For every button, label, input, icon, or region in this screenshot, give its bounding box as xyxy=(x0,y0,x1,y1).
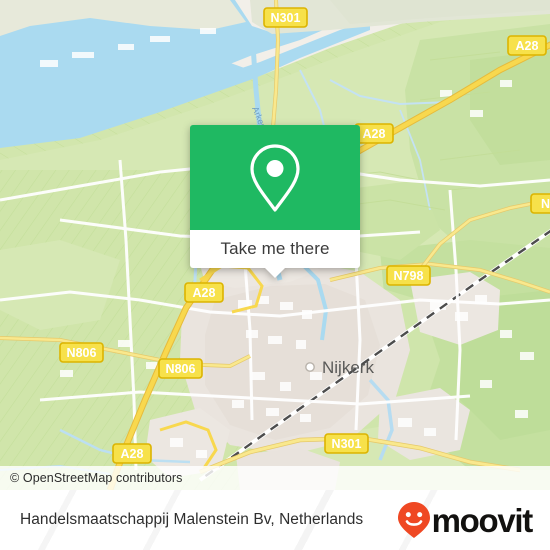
svg-text:N301: N301 xyxy=(332,437,362,451)
svg-text:A28: A28 xyxy=(363,127,386,141)
svg-text:N806: N806 xyxy=(67,346,97,360)
take-me-there-label: Take me there xyxy=(220,239,330,258)
road-shield: A28 xyxy=(354,123,394,144)
city-marker-nijkerk xyxy=(305,362,315,372)
map-attribution-bar: © OpenStreetMap contributors xyxy=(0,466,550,490)
place-title: Handelsmaatschappij Malenstein Bv, Nethe… xyxy=(20,511,364,528)
map-pin-icon xyxy=(250,143,300,212)
svg-text:N798: N798 xyxy=(394,269,424,283)
osm-attribution-text[interactable]: © OpenStreetMap contributors xyxy=(10,471,380,485)
svg-text:N301: N301 xyxy=(271,11,301,25)
footer-bar: Handelsmaatschappij Malenstein Bv, Nethe… xyxy=(0,490,550,550)
callout-pointer xyxy=(264,267,286,278)
road-shield: A28 xyxy=(507,35,547,56)
svg-text:A28: A28 xyxy=(516,39,539,53)
svg-text:A28: A28 xyxy=(121,447,144,461)
road-shield: A28 xyxy=(184,282,224,303)
road-shield: N798 xyxy=(386,265,431,286)
take-me-there-button[interactable]: Take me there xyxy=(190,230,360,278)
svg-text:N806: N806 xyxy=(166,362,196,376)
road-shield: N806 xyxy=(158,358,203,379)
moovit-map-page: Nijkerk Arkervaart N301 A28 A28 xyxy=(0,0,550,550)
moovit-smiley-pin-icon xyxy=(397,502,430,538)
road-shield: N301 xyxy=(263,7,308,28)
svg-text:A28: A28 xyxy=(193,286,216,300)
callout-header xyxy=(190,125,360,230)
road-shield: N806 xyxy=(59,342,104,363)
road-shield: A28 xyxy=(112,443,152,464)
moovit-logo[interactable]: moovit xyxy=(397,501,534,539)
map-canvas[interactable]: Nijkerk Arkervaart N301 A28 A28 xyxy=(0,0,550,490)
road-shield: N301 xyxy=(324,433,369,454)
city-label-nijkerk: Nijkerk xyxy=(322,358,374,377)
moovit-wordmark: moovit xyxy=(431,501,534,539)
road-shield: N7 xyxy=(530,193,550,214)
svg-text:N7: N7 xyxy=(541,197,550,211)
place-callout[interactable]: Take me there xyxy=(190,125,360,278)
